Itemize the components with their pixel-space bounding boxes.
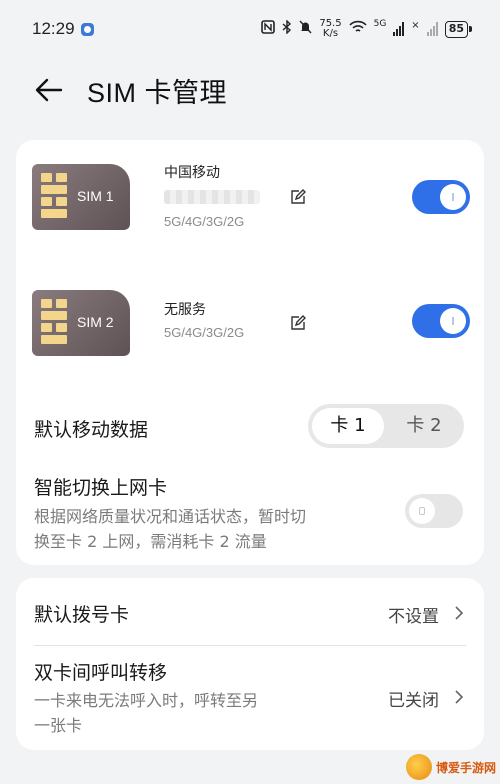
smart-switch-title: 智能切换上网卡 (34, 477, 168, 499)
status-time: 12:29 (32, 19, 75, 38)
header: SIM 卡管理 (0, 58, 500, 120)
chip-contacts-icon (41, 299, 67, 347)
call-forward-desc-line2: 一张卡 (34, 716, 83, 735)
no-signal-icon: × (411, 19, 420, 31)
sim-chip-2: SIM 2 (32, 290, 130, 356)
smart-switch-desc-line1: 根据网络质量状况和通话状态，暂时切 (34, 507, 307, 526)
page-title: SIM 卡管理 (87, 78, 228, 108)
smart-switch-toggle[interactable] (405, 494, 463, 528)
sim-number-redacted (164, 190, 260, 204)
back-arrow-icon[interactable] (34, 75, 64, 105)
call-settings-card: 默认拨号卡 不设置 双卡间呼叫转移 一卡来电无法呼入时，呼转至另 一张卡 已关闭 (16, 578, 484, 750)
wifi-icon (349, 20, 367, 38)
watermark-logo-icon (405, 754, 432, 780)
sim-name: 中国移动 (164, 165, 220, 181)
watermark-text: 博爱手游网 (435, 760, 496, 775)
watermark: 博爱手游网 (405, 754, 496, 780)
sim-network-types: 5G/4G/3G/2G (164, 214, 245, 229)
call-forward-value[interactable]: 已关闭 (388, 686, 439, 711)
divider (34, 645, 466, 646)
signal-icon-2 (426, 22, 438, 36)
network-tag: 5G (373, 19, 387, 29)
sim-chip-1: SIM 1 (32, 164, 130, 230)
mute-bell-icon (299, 20, 312, 38)
bluetooth-icon (282, 19, 292, 38)
call-forward-title: 双卡间呼叫转移 (34, 662, 168, 684)
nfc-icon (261, 20, 276, 38)
sim-settings-card: SIM 1 中国移动 5G/4G/3G/2G SIM 2 无服务 5G/4G/3… (16, 140, 484, 565)
default-data-segment: 卡 1 卡 2 (308, 404, 464, 448)
default-dial-value[interactable]: 不设置 (388, 602, 439, 627)
sim1-toggle[interactable] (412, 180, 470, 214)
status-bar: 12:29 75.5 K/s 5G × 85 (0, 0, 500, 58)
default-dial-title: 默认拨号卡 (34, 604, 130, 626)
signal-icon-1 (393, 22, 405, 36)
sim-name: 无服务 (164, 302, 206, 318)
chevron-right-icon (454, 605, 464, 621)
speed-unit: K/s (322, 28, 339, 39)
sim-row-1: SIM 1 中国移动 5G/4G/3G/2G (16, 156, 484, 246)
battery-indicator: 85 (444, 20, 473, 38)
sim-network-types: 5G/4G/3G/2G (164, 325, 245, 340)
chevron-right-icon (454, 689, 464, 705)
notification-app-icon (80, 22, 94, 36)
status-icons: 75.5 K/s 5G × 85 (261, 19, 473, 39)
edit-icon[interactable] (290, 189, 306, 205)
sim-chip-label: SIM 1 (77, 188, 114, 204)
sim2-toggle[interactable] (412, 304, 470, 338)
chip-contacts-icon (41, 173, 67, 221)
sim-row-2: SIM 2 无服务 5G/4G/3G/2G (16, 282, 484, 372)
edit-icon[interactable] (290, 315, 306, 331)
network-speed: 75.5 K/s (319, 19, 341, 39)
segment-option-card1[interactable]: 卡 1 (312, 408, 384, 444)
segment-option-card2[interactable]: 卡 2 (388, 408, 460, 444)
smart-switch-desc-line2: 换至卡 2 上网，需消耗卡 2 流量 (34, 532, 267, 551)
default-data-title: 默认移动数据 (34, 419, 149, 441)
sim-chip-label: SIM 2 (77, 314, 114, 330)
call-forward-desc-line1: 一卡来电无法呼入时，呼转至另 (34, 691, 259, 710)
